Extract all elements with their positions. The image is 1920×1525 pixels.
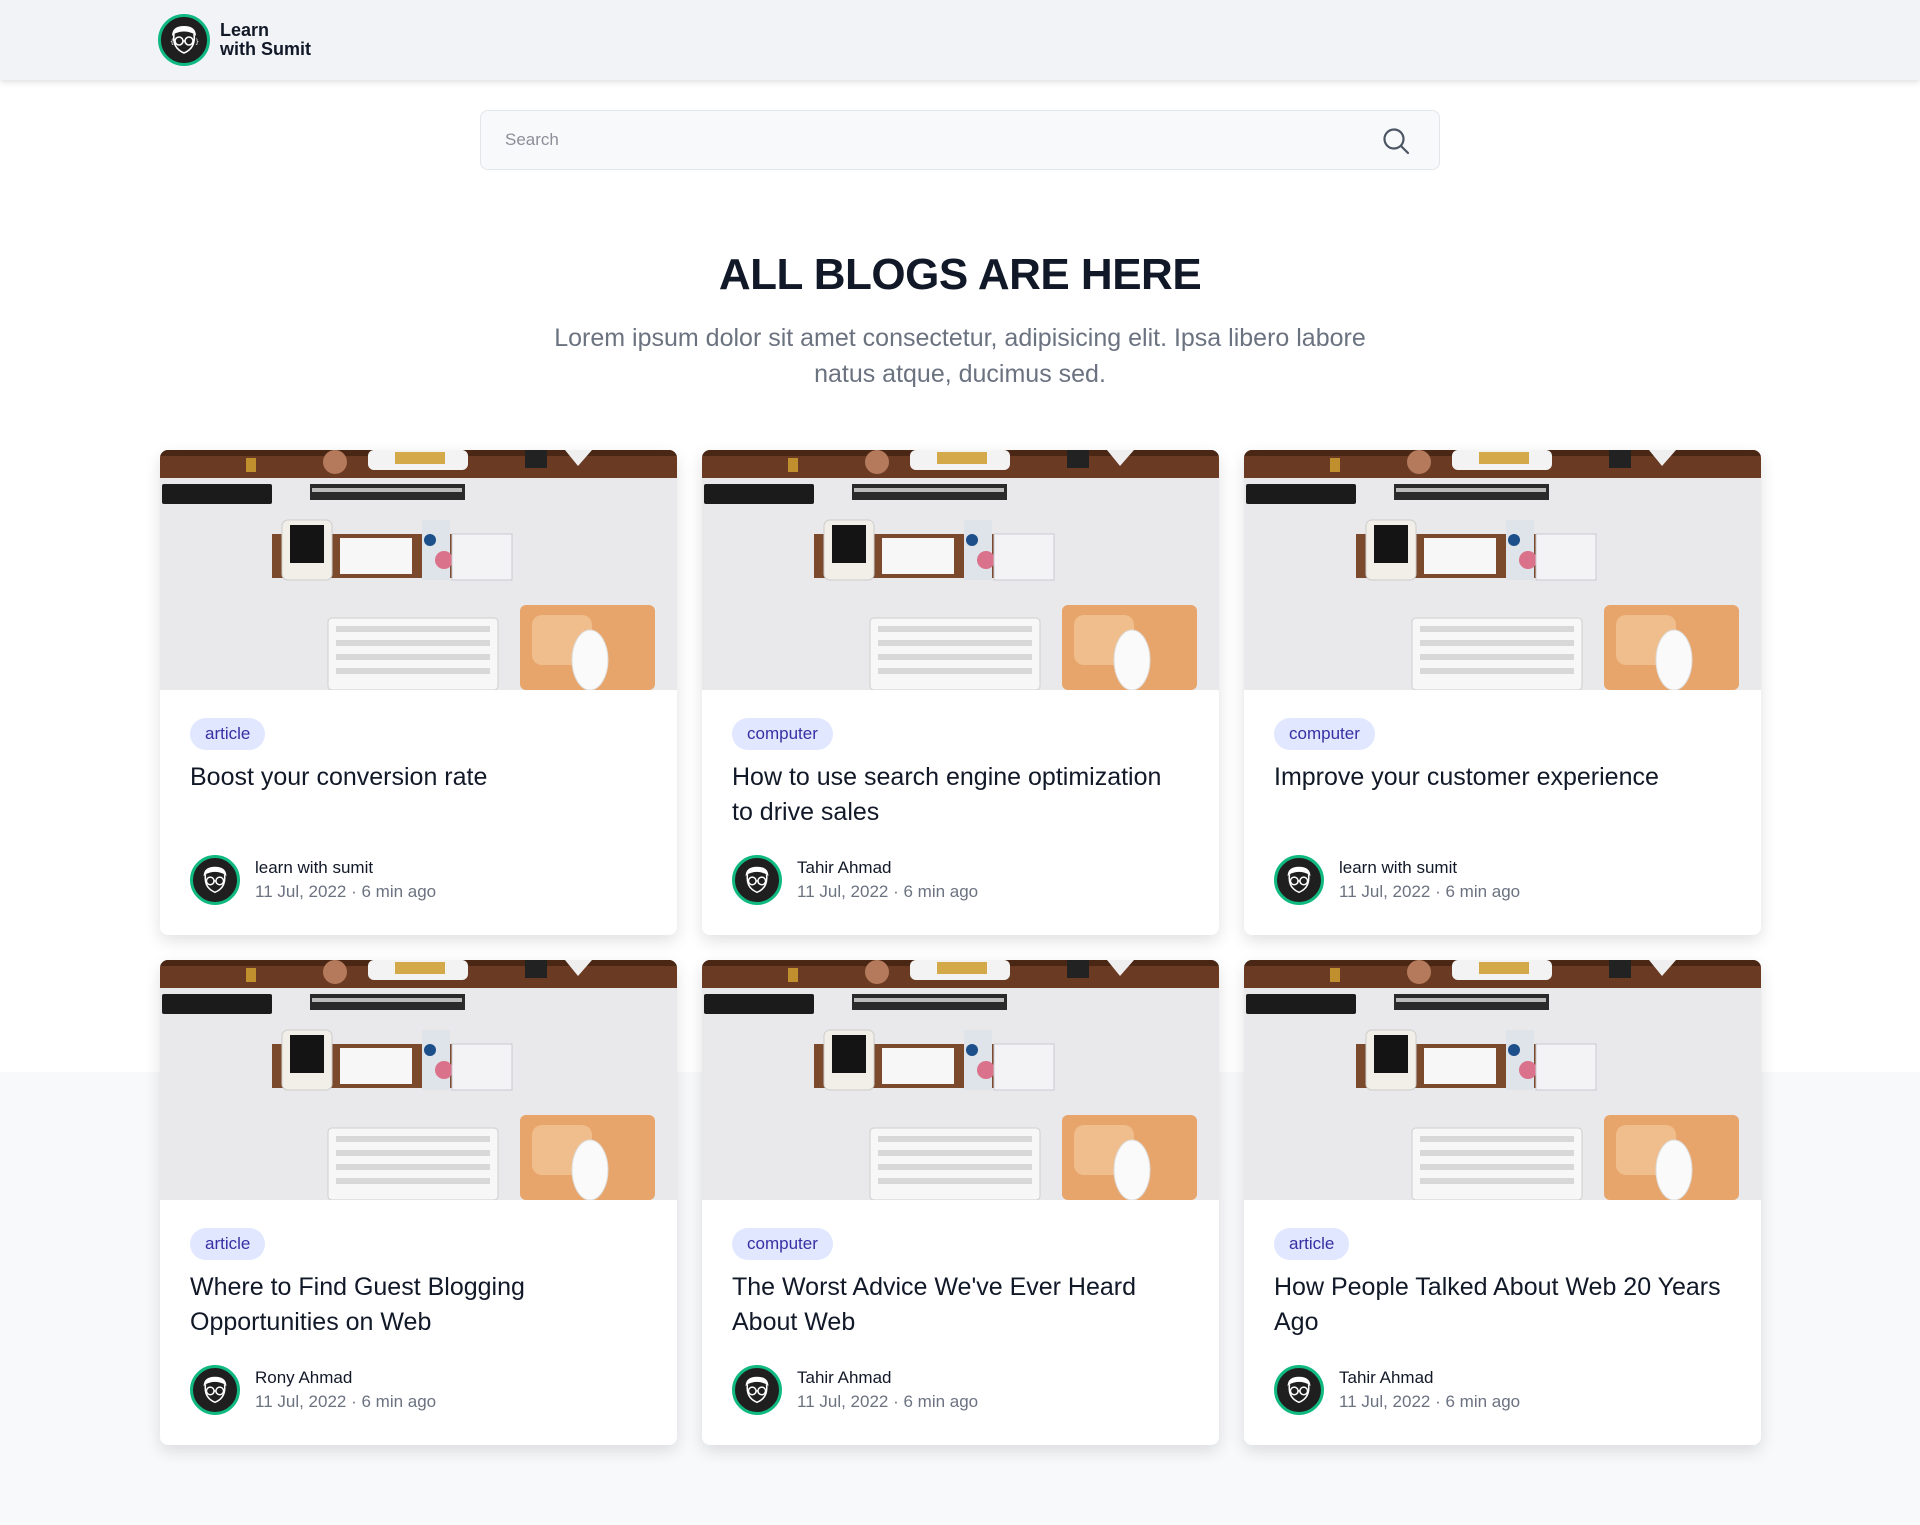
blog-title[interactable]: How People Talked About Web 20 Years Ago [1274, 1270, 1731, 1340]
author-name[interactable]: learn with sumit [255, 856, 436, 880]
author-text: Tahir Ahmad 11 Jul, 2022 · 6 min ago [1339, 1366, 1520, 1414]
blog-cover-image[interactable] [1244, 450, 1761, 690]
coder-avatar-icon [1287, 1376, 1311, 1404]
post-meta: 11 Jul, 2022 · 6 min ago [797, 882, 979, 901]
desk-workspace-image [160, 450, 677, 690]
post-date: 11 Jul, 2022 [255, 1392, 347, 1411]
post-meta: 11 Jul, 2022 · 6 min ago [1339, 882, 1521, 901]
blog-card-body: computer How to use search engine optimi… [702, 690, 1219, 935]
coder-avatar-icon: { } [158, 14, 210, 66]
post-meta: 11 Jul, 2022 · 6 min ago [255, 1392, 437, 1411]
blog-card[interactable]: article Where to Find Guest Blogging Opp… [160, 960, 677, 1445]
svg-text:}: } [195, 38, 199, 46]
svg-text:{: { [170, 38, 174, 46]
author-info: learn with sumit 11 Jul, 2022 · 6 min ag… [190, 855, 436, 905]
search-input[interactable] [505, 111, 1365, 169]
read-time: 6 min ago [361, 882, 437, 901]
post-date: 11 Jul, 2022 [797, 1392, 889, 1411]
navbar: { } Learn with Sumit [0, 0, 1920, 80]
blog-title[interactable]: Improve your customer experience [1274, 760, 1731, 795]
author-avatar[interactable] [190, 855, 240, 905]
coder-avatar-icon [1287, 866, 1311, 894]
blog-card[interactable]: computer Improve your customer experienc… [1244, 450, 1761, 935]
search-icon[interactable] [1381, 126, 1411, 156]
author-info: Tahir Ahmad 11 Jul, 2022 · 6 min ago [732, 855, 978, 905]
blog-cover-image[interactable] [1244, 960, 1761, 1200]
blog-title[interactable]: Where to Find Guest Blogging Opportuniti… [190, 1270, 647, 1340]
author-avatar[interactable] [732, 855, 782, 905]
blog-card-body: article Boost your conversion rate learn… [160, 690, 677, 935]
desk-workspace-image [1244, 960, 1761, 1200]
author-text: Tahir Ahmad 11 Jul, 2022 · 6 min ago [797, 856, 978, 904]
author-info: Rony Ahmad 11 Jul, 2022 · 6 min ago [190, 1365, 436, 1415]
read-time: 6 min ago [361, 1392, 437, 1411]
author-info: Tahir Ahmad 11 Jul, 2022 · 6 min ago [732, 1365, 978, 1415]
blog-card[interactable]: article Boost your conversion rate learn… [160, 450, 677, 935]
blog-cover-image[interactable] [702, 960, 1219, 1200]
post-meta: 11 Jul, 2022 · 6 min ago [797, 1392, 979, 1411]
category-tag[interactable]: computer [732, 1228, 833, 1260]
read-time: 6 min ago [903, 882, 979, 901]
blog-card-body: article How People Talked About Web 20 Y… [1244, 1200, 1761, 1445]
category-tag[interactable]: computer [732, 718, 833, 750]
blog-grid: article Boost your conversion rate learn… [160, 450, 1761, 1445]
author-avatar[interactable] [190, 1365, 240, 1415]
post-meta: 11 Jul, 2022 · 6 min ago [255, 882, 437, 901]
blog-cover-image[interactable] [702, 450, 1219, 690]
page-title: ALL BLOGS ARE HERE [718, 250, 1202, 299]
page-subtitle: Lorem ipsum dolor sit amet consectetur, … [554, 324, 1366, 388]
brand-name: Learn with Sumit [220, 21, 311, 59]
blog-title[interactable]: Boost your conversion rate [190, 760, 647, 795]
author-avatar[interactable] [732, 1365, 782, 1415]
blog-title[interactable]: How to use search engine optimization to… [732, 760, 1189, 830]
blog-card[interactable]: computer How to use search engine optimi… [702, 450, 1219, 935]
blog-cover-image[interactable] [160, 960, 677, 1200]
author-avatar[interactable] [1274, 1365, 1324, 1415]
blog-card[interactable]: article How People Talked About Web 20 Y… [1244, 960, 1761, 1445]
desk-workspace-image [160, 960, 677, 1200]
author-text: learn with sumit 11 Jul, 2022 · 6 min ag… [255, 856, 436, 904]
post-meta: 11 Jul, 2022 · 6 min ago [1339, 1392, 1521, 1411]
coder-avatar-icon [745, 1376, 769, 1404]
coder-avatar-icon [203, 1376, 227, 1404]
desk-workspace-image [702, 450, 1219, 690]
category-tag[interactable]: article [1274, 1228, 1350, 1260]
category-tag[interactable]: computer [1274, 718, 1375, 750]
read-time: 6 min ago [1445, 1392, 1521, 1411]
author-name[interactable]: learn with sumit [1339, 856, 1520, 880]
author-name[interactable]: Tahir Ahmad [1339, 1366, 1520, 1390]
desk-workspace-image [1244, 450, 1761, 690]
read-time: 6 min ago [903, 1392, 979, 1411]
brand-logo-link[interactable]: { } Learn with Sumit [158, 14, 311, 66]
author-name[interactable]: Tahir Ahmad [797, 856, 978, 880]
author-info: Tahir Ahmad 11 Jul, 2022 · 6 min ago [1274, 1365, 1520, 1415]
blog-card-body: computer Improve your customer experienc… [1244, 690, 1761, 935]
author-avatar[interactable] [1274, 855, 1324, 905]
category-tag[interactable]: article [190, 718, 266, 750]
blog-card-body: computer The Worst Advice We've Ever Hea… [702, 1200, 1219, 1445]
post-date: 11 Jul, 2022 [1339, 882, 1431, 901]
author-name[interactable]: Rony Ahmad [255, 1366, 436, 1390]
brand-line-1: Learn [220, 20, 270, 40]
blog-card-body: article Where to Find Guest Blogging Opp… [160, 1200, 677, 1445]
author-text: learn with sumit 11 Jul, 2022 · 6 min ag… [1339, 856, 1520, 904]
post-date: 11 Jul, 2022 [255, 882, 347, 901]
coder-avatar-icon [745, 866, 769, 894]
coder-avatar-icon [203, 866, 227, 894]
author-text: Rony Ahmad 11 Jul, 2022 · 6 min ago [255, 1366, 436, 1414]
author-info: learn with sumit 11 Jul, 2022 · 6 min ag… [1274, 855, 1520, 905]
blog-card[interactable]: computer The Worst Advice We've Ever Hea… [702, 960, 1219, 1445]
post-date: 11 Jul, 2022 [797, 882, 889, 901]
post-date: 11 Jul, 2022 [1339, 1392, 1431, 1411]
author-text: Tahir Ahmad 11 Jul, 2022 · 6 min ago [797, 1366, 978, 1414]
blog-title[interactable]: The Worst Advice We've Ever Heard About … [732, 1270, 1189, 1340]
brand-line-2: with Sumit [220, 39, 311, 59]
desk-workspace-image [702, 960, 1219, 1200]
blog-cover-image[interactable] [160, 450, 677, 690]
read-time: 6 min ago [1445, 882, 1521, 901]
category-tag[interactable]: article [190, 1228, 266, 1260]
search-bar [480, 110, 1440, 170]
author-name[interactable]: Tahir Ahmad [797, 1366, 978, 1390]
